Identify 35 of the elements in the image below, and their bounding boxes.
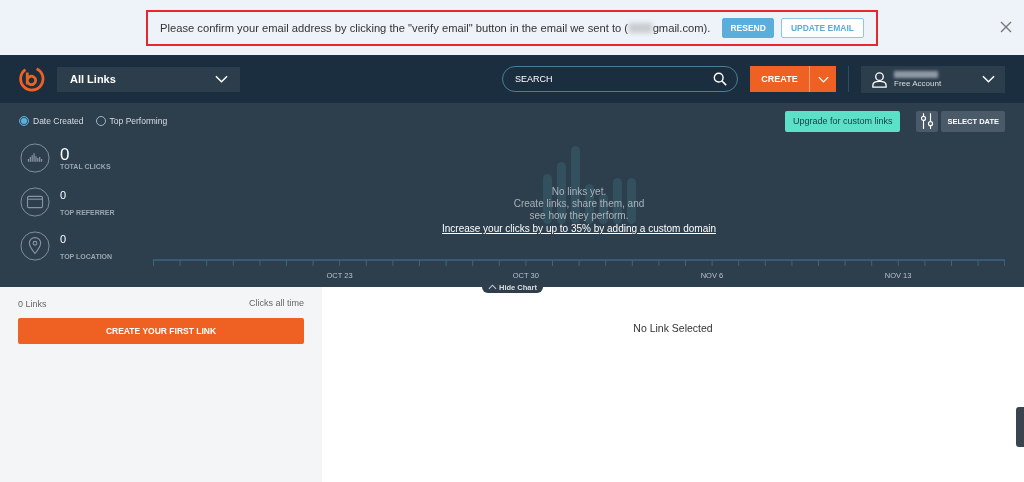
no-selection-text: No Link Selected [633,322,713,336]
empty-state-text: No links yet. [551,186,607,198]
stat-value: 0 [60,188,68,201]
chevron-down-icon [982,75,995,83]
link-count: 0 Links [18,299,47,309]
stat-value: 0 [60,232,68,245]
location-pin-icon [20,231,50,261]
chevron-up-icon [488,284,497,290]
search-field[interactable]: SEARCH [502,66,738,92]
close-icon[interactable] [1000,21,1012,33]
chevron-down-icon [215,75,228,83]
links-dropdown[interactable]: All Links [57,66,240,92]
logo-icon[interactable] [17,65,45,93]
upgrade-button[interactable]: Upgrade for custom links [784,110,901,132]
filter-button[interactable] [916,110,939,132]
stat-value: 0 [60,146,71,163]
create-menu-button[interactable] [809,66,836,92]
custom-domain-link[interactable]: Increase your clicks by up to 35% by adding a custom domain [441,222,716,235]
bar-chart-icon [20,143,50,173]
sort-radio[interactable]: Top Performing [95,116,168,126]
sort-label: Clicks all time [249,297,304,308]
account-plan: Free Account [894,78,942,88]
sliders-icon [920,112,935,130]
browser-window-icon [20,187,50,217]
banner-message-end: gmail.com). [652,21,711,34]
redacted-text [894,70,938,78]
redacted-text [629,22,652,33]
banner-message: Please confirm your email address by clicking the "verify email" button in the email we sent to ( [160,21,629,34]
chevron-down-icon [817,75,829,83]
empty-state-text: Create links, share them, and [513,198,645,210]
sort-radio[interactable]: Date Created [19,116,84,126]
user-icon [871,70,888,88]
search-icon [713,72,727,86]
account-menu[interactable]: Free Account [861,65,1005,93]
empty-state-text: see how they perform. [529,210,629,222]
